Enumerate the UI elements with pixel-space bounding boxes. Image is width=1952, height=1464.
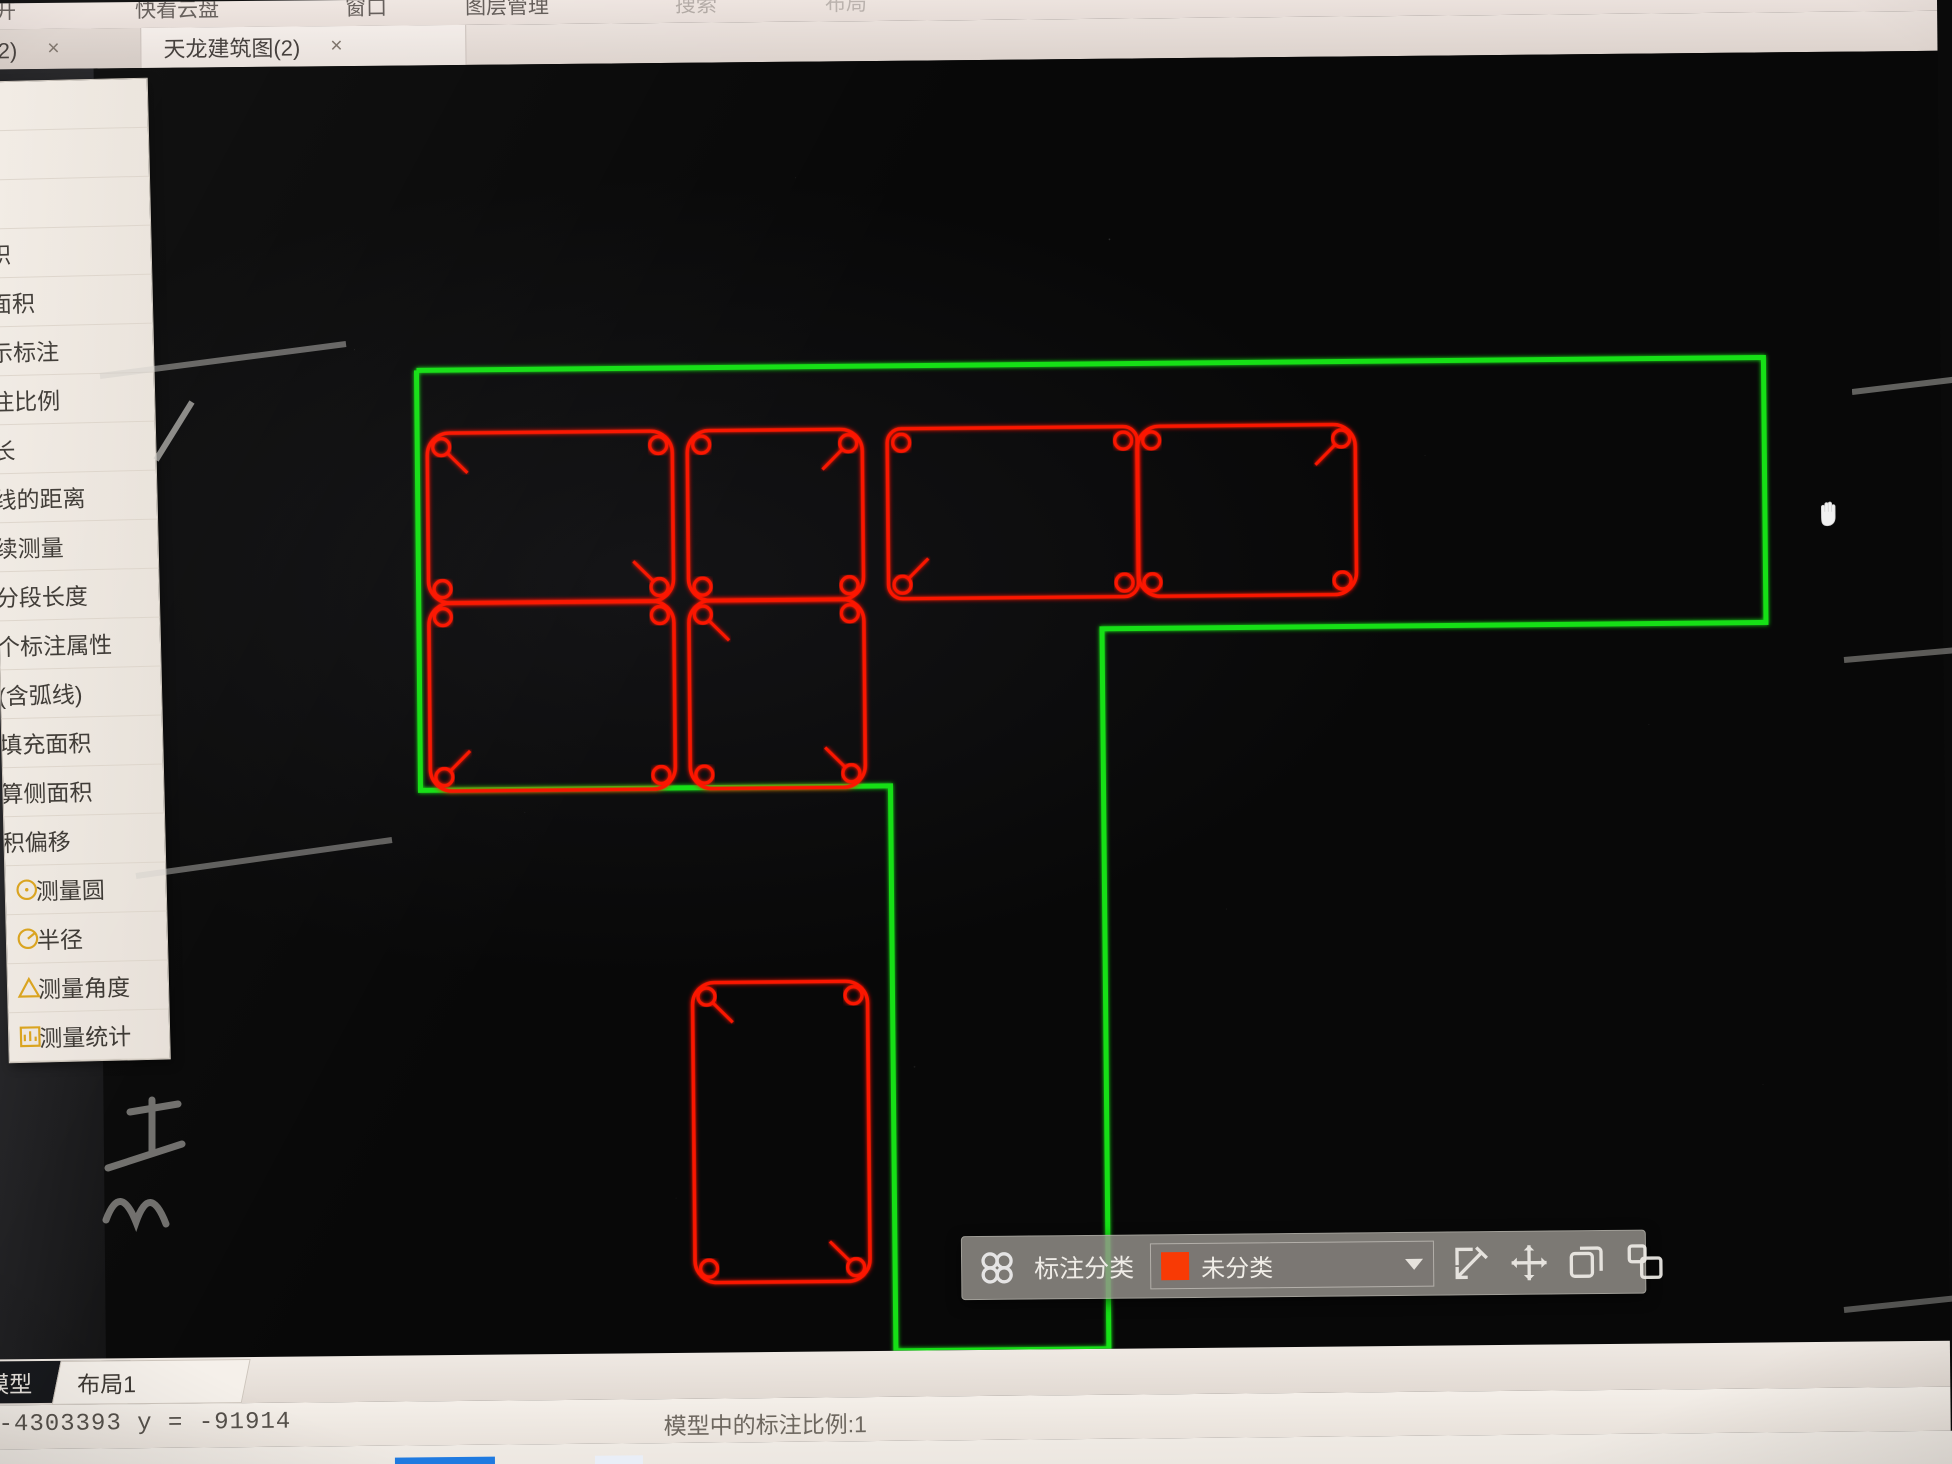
annotation-toolbar[interactable]: 标注分类 未分类 bbox=[960, 1229, 1663, 1301]
flyout-item-5[interactable]: 标注比例 bbox=[0, 372, 155, 426]
annotation-category-value: 未分类 bbox=[1201, 1254, 1274, 1283]
flyout-item-label: 计算侧面积 bbox=[2, 779, 93, 808]
annotation-grip-handle[interactable] bbox=[432, 606, 454, 628]
cad-canvas[interactable] bbox=[93, 50, 1950, 1359]
annotation-grip-handle[interactable] bbox=[1112, 430, 1134, 451]
edit-icon[interactable] bbox=[1450, 1242, 1492, 1284]
flyout-item-label: 弧长 bbox=[0, 437, 16, 465]
tab-label: 天龙建筑图(2) bbox=[163, 35, 301, 62]
annotation-rect[interactable] bbox=[425, 429, 676, 605]
flyout-item-13[interactable]: 计算侧面积 bbox=[2, 764, 164, 818]
annotation-grip-handle[interactable] bbox=[1142, 572, 1163, 593]
flyout-item-16[interactable]: 半径 bbox=[6, 911, 168, 965]
move-icon[interactable] bbox=[1508, 1242, 1550, 1284]
group-icon[interactable] bbox=[1624, 1240, 1666, 1282]
model-tab-label: 模型 bbox=[0, 1371, 33, 1398]
flyout-item-8[interactable]: 连续测量 bbox=[0, 519, 159, 573]
annotation-grip-handle[interactable] bbox=[1114, 572, 1135, 593]
annotation-grip-handle[interactable] bbox=[843, 985, 864, 1006]
flyout-item-label: 标注比例 bbox=[0, 387, 61, 417]
annotation-grip-handle[interactable] bbox=[694, 764, 715, 785]
flyout-item-label: 面积偏移 bbox=[4, 828, 71, 857]
annotation-grip-handle[interactable] bbox=[698, 1258, 720, 1279]
annotation-grip-handle[interactable] bbox=[839, 575, 860, 596]
cursor-coordinates: -4303393 y = -91914 bbox=[0, 1408, 292, 1439]
monitor-photo: 开 快看云盘 窗口 图层管理 搜索 布局 版(2) × 天龙建筑图(2) × 面… bbox=[0, 0, 1952, 1464]
flyout-item-label: 连续测量 bbox=[0, 534, 65, 563]
flyout-item-0[interactable]: 齐 bbox=[0, 127, 149, 181]
green-e-icon[interactable]: e bbox=[521, 1456, 569, 1464]
menu-item-0[interactable]: 开 bbox=[0, 0, 16, 25]
search-submit-button[interactable]: 搜索一下 bbox=[394, 1456, 496, 1464]
annotation-grip-handle[interactable] bbox=[1140, 430, 1162, 451]
flyout-item-label: 测量角度 bbox=[37, 974, 131, 1003]
copy-icon[interactable] bbox=[1566, 1241, 1608, 1283]
menu-item-2[interactable]: 窗口 bbox=[345, 0, 387, 22]
blue-app-icon[interactable]: 图 bbox=[594, 1455, 644, 1464]
chevron-down-icon[interactable] bbox=[1405, 1258, 1424, 1270]
flyout-item-12[interactable]: 量填充面积 bbox=[1, 715, 163, 769]
menu-item-5[interactable]: 布局 bbox=[825, 0, 867, 17]
flyout-item-2[interactable]: 面积 bbox=[0, 225, 152, 279]
annotation-rect[interactable] bbox=[690, 979, 872, 1285]
close-icon[interactable]: × bbox=[330, 34, 342, 58]
category-grid-icon[interactable] bbox=[976, 1247, 1018, 1289]
flyout-item-label: 积(含弧线) bbox=[0, 681, 83, 710]
flyout-top-spacer bbox=[0, 78, 148, 132]
annotation-category-label: 标注分类 bbox=[1034, 1254, 1135, 1284]
annotation-rect[interactable] bbox=[427, 599, 678, 793]
layout-tab-label: 布局1 bbox=[77, 1371, 137, 1398]
flyout-item-17[interactable]: 测量角度 bbox=[7, 960, 169, 1014]
flyout-item-10[interactable]: 单个标注属性 bbox=[0, 617, 161, 671]
flyout-item-6[interactable]: 弧长 bbox=[0, 421, 156, 475]
screen-content: 开 快看云盘 窗口 图层管理 搜索 布局 版(2) × 天龙建筑图(2) × 面… bbox=[0, 0, 1952, 1464]
annotation-grip-handle[interactable] bbox=[839, 603, 861, 624]
flyout-item-label: 直线的距离 bbox=[0, 485, 86, 514]
annotation-category-select[interactable]: 未分类 bbox=[1149, 1240, 1435, 1290]
annotation-grip-handle[interactable] bbox=[432, 578, 453, 600]
annotation-grip-handle[interactable] bbox=[691, 434, 712, 455]
menu-item-3[interactable]: 图层管理 bbox=[465, 0, 549, 21]
flyout-item-18[interactable]: 测量统计 bbox=[8, 1009, 170, 1063]
menu-item-1[interactable]: 快看云盘 bbox=[135, 0, 219, 24]
flyout-item-11[interactable]: 积(含弧线) bbox=[0, 666, 162, 720]
flyout-item-label: 测量统计 bbox=[38, 1023, 132, 1052]
close-icon[interactable]: × bbox=[47, 37, 59, 61]
flyout-item-label: 测量圆 bbox=[35, 876, 106, 905]
measure-flyout-menu[interactable]: 齐 性 面积 影面积 显示标注 标注比例 弧长 直线的距离 连续测量 看分段长度… bbox=[0, 77, 171, 1064]
flyout-item-label: 面积 bbox=[0, 241, 12, 270]
flyout-item-3[interactable]: 影面积 bbox=[0, 274, 153, 328]
document-tab-1[interactable]: 天龙建筑图(2) × bbox=[140, 24, 467, 69]
annotation-grip-handle[interactable] bbox=[651, 764, 672, 786]
annotation-rect[interactable] bbox=[1135, 422, 1359, 599]
annotation-grip-handle[interactable] bbox=[649, 604, 671, 626]
flyout-item-7[interactable]: 直线的距离 bbox=[0, 470, 158, 524]
annotation-grip-handle[interactable] bbox=[648, 434, 669, 456]
layout-tab[interactable]: 布局1 bbox=[51, 1359, 251, 1405]
tab-label: 版(2) bbox=[0, 38, 18, 64]
flyout-item-label: 看分段长度 bbox=[0, 583, 89, 612]
cad-vector-drawing bbox=[413, 354, 1769, 1354]
flyout-item-9[interactable]: 看分段长度 bbox=[0, 568, 160, 622]
annotation-grip-handle[interactable] bbox=[891, 432, 912, 453]
menu-item-4[interactable]: 搜索 bbox=[675, 0, 717, 19]
flyout-item-15[interactable]: 测量圆 bbox=[5, 862, 167, 916]
flyout-item-label: 显示标注 bbox=[0, 338, 60, 368]
annotation-rect[interactable] bbox=[885, 424, 1141, 601]
flyout-item-1[interactable]: 性 bbox=[0, 176, 151, 230]
flyout-item-4[interactable]: 显示标注 bbox=[0, 323, 154, 377]
flyout-item-label: 量填充面积 bbox=[1, 730, 92, 759]
annotation-grip-handle[interactable] bbox=[692, 576, 713, 597]
green-boundary-outline bbox=[413, 354, 1769, 1354]
flyout-item-14[interactable]: 面积偏移 bbox=[4, 813, 166, 867]
annotation-scale-status: 模型中的标注比例:1 bbox=[663, 1411, 867, 1440]
category-color-swatch bbox=[1160, 1252, 1190, 1281]
flyout-item-label: 半径 bbox=[36, 926, 84, 954]
flyout-item-label: 单个标注属性 bbox=[0, 631, 113, 661]
annotation-grip-handle[interactable] bbox=[1332, 570, 1353, 591]
flyout-item-label: 影面积 bbox=[0, 290, 36, 319]
